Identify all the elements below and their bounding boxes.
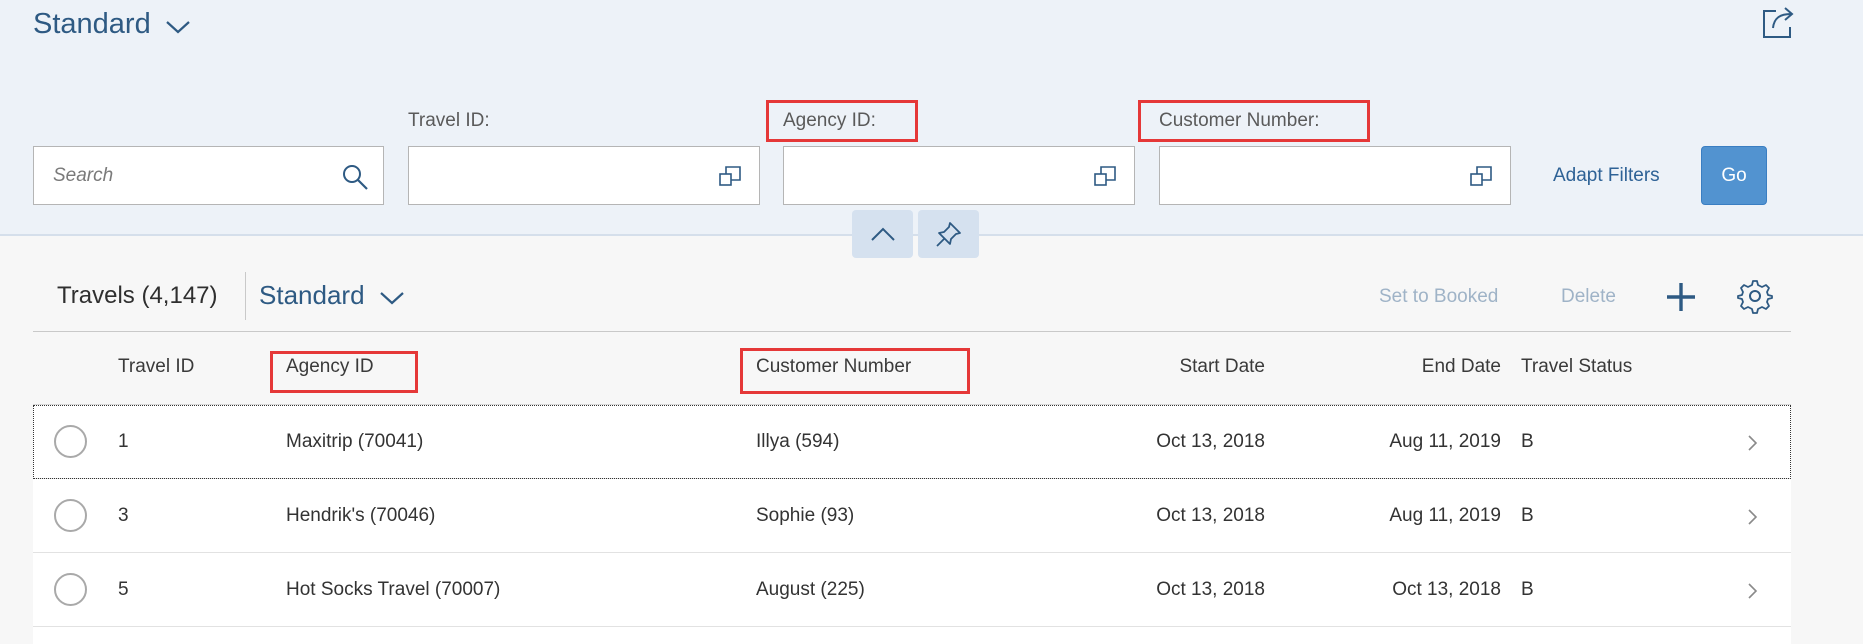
row-select-radio[interactable] bbox=[54, 425, 87, 458]
page: Standard Search Travel ID: Agency ID: Cu… bbox=[0, 0, 1863, 644]
travel-id-label: Travel ID: bbox=[408, 110, 490, 131]
table-row-partial bbox=[33, 627, 1791, 644]
agency-id-column-highlight bbox=[270, 351, 418, 393]
cell-travel-id: 5 bbox=[118, 579, 129, 600]
adapt-filters-button[interactable]: Adapt Filters bbox=[1553, 165, 1660, 187]
cell-customer: August (225) bbox=[756, 579, 865, 600]
cell-customer: Illya (594) bbox=[756, 431, 840, 452]
search-placeholder: Search bbox=[53, 165, 114, 186]
cell-status: B bbox=[1521, 505, 1534, 526]
delete-button[interactable]: Delete bbox=[1561, 286, 1616, 308]
cell-agency: Hot Socks Travel (70007) bbox=[286, 579, 501, 600]
col-end-date[interactable]: End Date bbox=[1422, 356, 1501, 378]
value-help-icon[interactable] bbox=[1094, 166, 1116, 186]
cell-end-date: Oct 13, 2018 bbox=[1392, 579, 1501, 600]
table-variant-title: Standard bbox=[259, 280, 365, 310]
set-to-booked-button[interactable]: Set to Booked bbox=[1379, 286, 1498, 308]
cell-travel-id: 3 bbox=[118, 505, 129, 526]
table-title: Travels (4,147) bbox=[57, 282, 218, 309]
chevron-up-icon bbox=[870, 227, 895, 241]
travel-id-field[interactable] bbox=[408, 146, 760, 205]
col-travel-status[interactable]: Travel Status bbox=[1521, 356, 1632, 378]
gear-icon[interactable] bbox=[1737, 278, 1773, 314]
filter-header: Standard Search Travel ID: Agency ID: Cu… bbox=[0, 0, 1863, 236]
cell-start-date: Oct 13, 2018 bbox=[1156, 505, 1265, 526]
table-row[interactable]: 1 Maxitrip (70041) Illya (594) Oct 13, 2… bbox=[33, 405, 1791, 479]
agency-id-label-highlight bbox=[766, 100, 918, 142]
cell-end-date: Aug 11, 2019 bbox=[1389, 505, 1501, 526]
chevron-right-icon bbox=[1748, 435, 1758, 451]
agency-id-field[interactable] bbox=[783, 146, 1135, 205]
value-help-icon[interactable] bbox=[1470, 166, 1492, 186]
table-row[interactable]: 5 Hot Socks Travel (70007) August (225) … bbox=[33, 553, 1791, 627]
pin-icon bbox=[935, 222, 961, 247]
value-help-icon[interactable] bbox=[719, 166, 741, 186]
cell-start-date: Oct 13, 2018 bbox=[1156, 431, 1265, 452]
col-travel-id[interactable]: Travel ID bbox=[118, 356, 194, 378]
cell-start-date: Oct 13, 2018 bbox=[1156, 579, 1265, 600]
cell-agency: Hendrik's (70046) bbox=[286, 505, 436, 526]
table-variant-selector[interactable]: Standard bbox=[259, 280, 405, 311]
row-select-radio[interactable] bbox=[54, 573, 87, 606]
cell-travel-id: 1 bbox=[118, 431, 129, 452]
col-start-date[interactable]: Start Date bbox=[1179, 356, 1265, 378]
variant-selector[interactable]: Standard bbox=[33, 8, 191, 41]
pin-header-button[interactable] bbox=[918, 210, 979, 258]
cell-end-date: Aug 11, 2019 bbox=[1389, 431, 1501, 452]
chevron-down-icon bbox=[379, 291, 404, 304]
cell-customer: Sophie (93) bbox=[756, 505, 855, 526]
chevron-down-icon bbox=[165, 20, 190, 33]
customer-number-label-highlight bbox=[1138, 100, 1370, 142]
search-input[interactable]: Search bbox=[33, 146, 384, 205]
table-row[interactable]: 3 Hendrik's (70046) Sophie (93) Oct 13, … bbox=[33, 479, 1791, 553]
add-icon[interactable] bbox=[1666, 282, 1696, 312]
chevron-right-icon bbox=[1748, 583, 1758, 599]
customer-number-column-highlight bbox=[740, 348, 970, 394]
cell-status: B bbox=[1521, 431, 1534, 452]
share-icon[interactable] bbox=[1760, 5, 1798, 41]
search-icon[interactable] bbox=[341, 163, 369, 191]
cell-agency: Maxitrip (70041) bbox=[286, 431, 424, 452]
customer-number-field[interactable] bbox=[1159, 146, 1511, 205]
chevron-right-icon bbox=[1748, 509, 1758, 525]
collapse-header-button[interactable] bbox=[852, 210, 913, 258]
toolbar-separator bbox=[245, 272, 246, 320]
row-select-radio[interactable] bbox=[54, 499, 87, 532]
cell-status: B bbox=[1521, 579, 1534, 600]
table-toolbar: Travels (4,147) Standard Set to Booked D… bbox=[33, 260, 1791, 332]
variant-title: Standard bbox=[33, 8, 151, 40]
go-button[interactable]: Go bbox=[1701, 146, 1767, 205]
